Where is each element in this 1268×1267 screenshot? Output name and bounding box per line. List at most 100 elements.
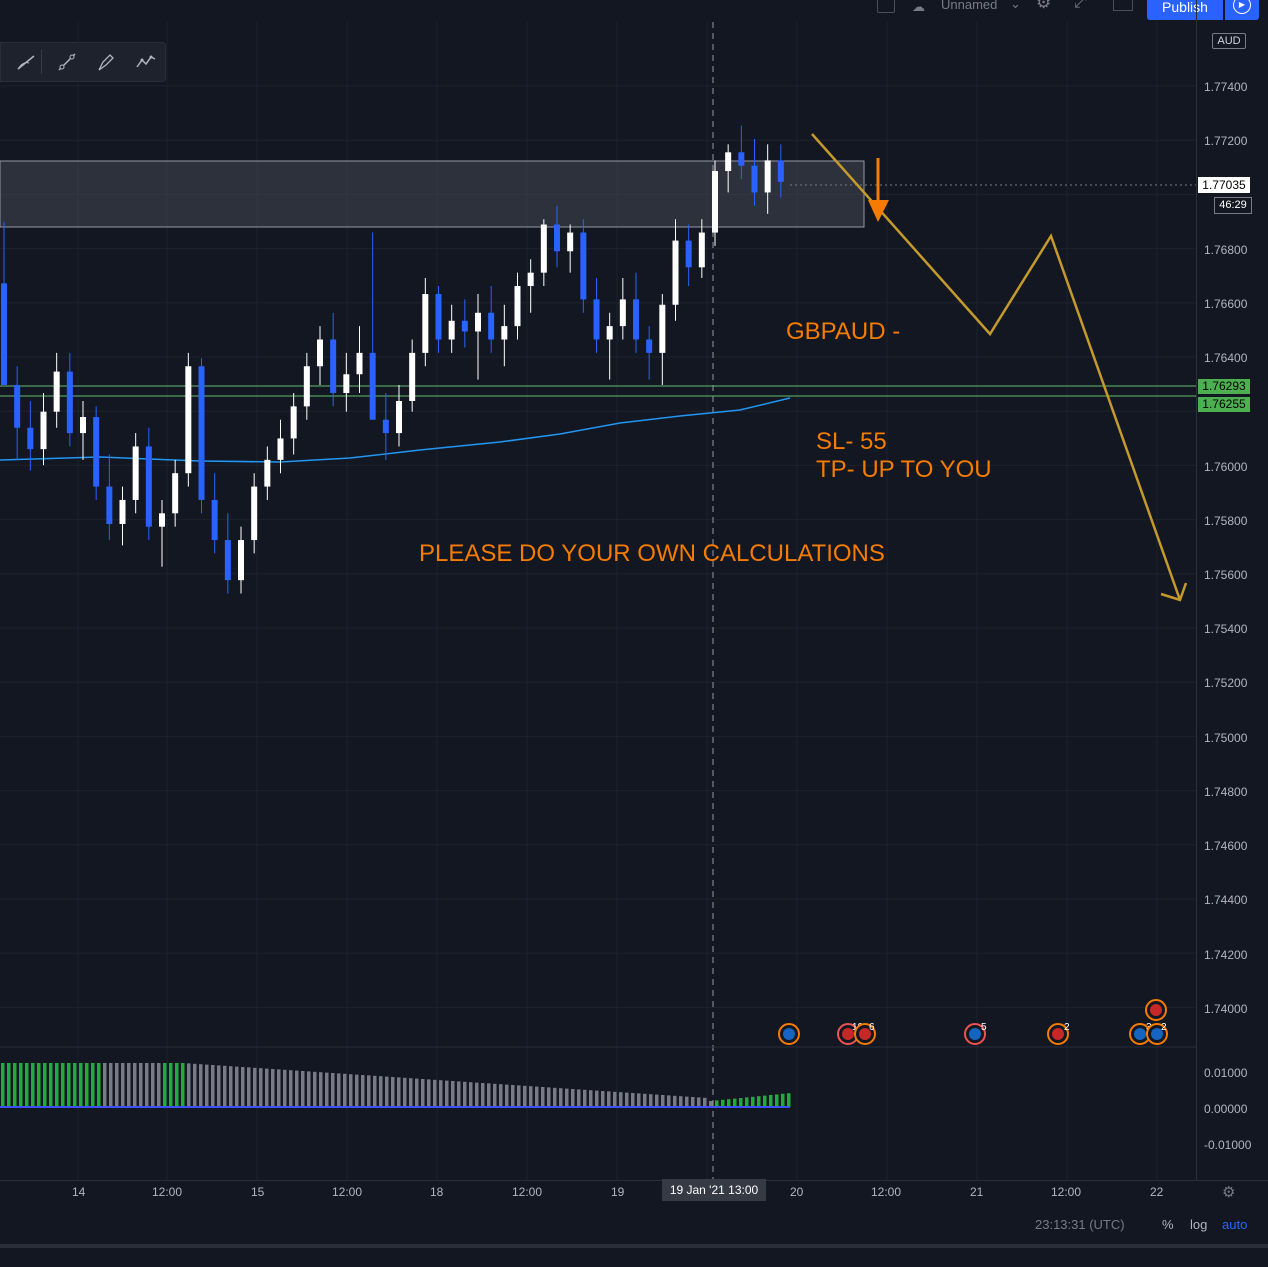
economic-events: 10 6 5 2 3 2: [778, 999, 1168, 1045]
candle-body: [290, 406, 297, 439]
macd-bar: [295, 1070, 299, 1107]
macd-bar: [655, 1094, 659, 1107]
macd-bar: [565, 1088, 569, 1107]
macd-bar: [211, 1065, 215, 1107]
macd-bar: [139, 1063, 143, 1107]
macd-bar: [175, 1063, 179, 1107]
candle-body: [66, 371, 73, 434]
price-tick: 1.77400: [1204, 80, 1248, 94]
candle-body: [224, 540, 231, 581]
candle-body: [277, 438, 284, 460]
macd-bar: [421, 1079, 425, 1107]
percent-toggle[interactable]: %: [1162, 1217, 1174, 1232]
candle-body: [698, 232, 705, 268]
candle-body: [738, 152, 745, 166]
macd-bar: [55, 1063, 59, 1107]
macd-bar: [109, 1063, 113, 1107]
candle-body: [396, 401, 402, 434]
candle-body: [264, 459, 271, 487]
time-tick: 12:00: [152, 1185, 183, 1199]
time-tick: 12:00: [332, 1185, 363, 1199]
macd-bar: [313, 1071, 317, 1107]
macd-bar: [439, 1080, 443, 1107]
macd-bar: [529, 1086, 533, 1107]
gear-icon[interactable]: ⚙: [1222, 1183, 1235, 1201]
macd-bar: [511, 1085, 515, 1107]
candle-body: [80, 417, 86, 434]
macd-bar: [91, 1063, 95, 1107]
candle-body: [488, 312, 495, 340]
level-tag-upper: 1.76293: [1198, 379, 1250, 394]
macd-bar: [355, 1074, 359, 1107]
candle-body: [777, 160, 784, 182]
macd-bar: [787, 1093, 791, 1107]
currency-badge[interactable]: AUD: [1212, 33, 1246, 49]
macd-bar: [1, 1063, 5, 1107]
macd-bar: [535, 1086, 539, 1107]
macd-bar: [541, 1087, 545, 1107]
auto-toggle[interactable]: auto: [1222, 1217, 1247, 1232]
macd-bar: [469, 1082, 473, 1107]
macd-bar: [679, 1096, 683, 1107]
macd-bar: [25, 1063, 29, 1107]
macd-bar: [409, 1078, 413, 1107]
candle-body: [593, 299, 600, 340]
macd-bar: [37, 1063, 41, 1107]
price-tick: 1.77200: [1204, 134, 1248, 148]
price-tick: 1.74200: [1204, 948, 1248, 962]
macd-bar: [73, 1063, 77, 1107]
price-tick: 1.74400: [1204, 893, 1248, 907]
candle-body: [554, 224, 560, 252]
candle-body: [685, 240, 692, 268]
candle-body: [106, 486, 113, 525]
macd-bar: [259, 1068, 263, 1107]
macd-bar: [337, 1073, 341, 1107]
crosshair-time-label: 19 Jan '21 13:00: [662, 1179, 766, 1201]
candle-body: [185, 366, 192, 474]
macd-bar: [721, 1099, 725, 1107]
price-chart[interactable]: 10 6 5 2 3 2: [0, 0, 1196, 1180]
candle-body: [1, 283, 7, 385]
macd-bar: [757, 1096, 761, 1107]
candle-body: [356, 352, 363, 375]
horizontal-scrollbar[interactable]: [0, 1244, 1268, 1248]
price-tick: 1.74800: [1204, 785, 1248, 799]
time-tick: 18: [430, 1185, 444, 1199]
macd-bar: [379, 1076, 383, 1107]
macd-bar: [289, 1070, 293, 1107]
forecast-path: [811, 133, 1182, 601]
macd-bar: [187, 1063, 191, 1107]
macd-bar: [241, 1067, 245, 1107]
macd-bar: [649, 1094, 653, 1107]
macd-bar: [247, 1067, 251, 1107]
macd-bar: [361, 1075, 365, 1107]
candle-body: [159, 513, 165, 527]
price-tick: 1.76800: [1204, 243, 1248, 257]
macd-bar: [745, 1097, 749, 1107]
candle-body: [567, 232, 574, 252]
macd-bar: [79, 1063, 83, 1107]
time-tick: 22: [1150, 1185, 1164, 1199]
macd-bar: [133, 1063, 137, 1107]
log-toggle[interactable]: log: [1190, 1217, 1207, 1232]
time-tick: 15: [251, 1185, 265, 1199]
candle-body: [211, 499, 218, 541]
macd-bar: [703, 1097, 707, 1107]
utc-clock[interactable]: 23:13:31 (UTC): [1035, 1217, 1125, 1232]
candle-body: [580, 232, 587, 300]
candle-body: [725, 152, 732, 172]
candle-body: [198, 366, 205, 500]
macd-bar: [487, 1083, 491, 1107]
candle-body: [145, 446, 152, 527]
event-au-1: [778, 1023, 800, 1045]
price-tick: 1.76000: [1204, 460, 1248, 474]
macd-bar: [223, 1065, 227, 1107]
macd-bar: [145, 1063, 149, 1107]
macd-bar: [301, 1071, 305, 1107]
macd-bar: [673, 1095, 677, 1107]
macd-bar: [13, 1063, 17, 1107]
candle-body: [435, 294, 442, 340]
price-tick: 1.75800: [1204, 514, 1248, 528]
macd-bar: [283, 1069, 287, 1107]
macd-bar: [199, 1064, 203, 1107]
